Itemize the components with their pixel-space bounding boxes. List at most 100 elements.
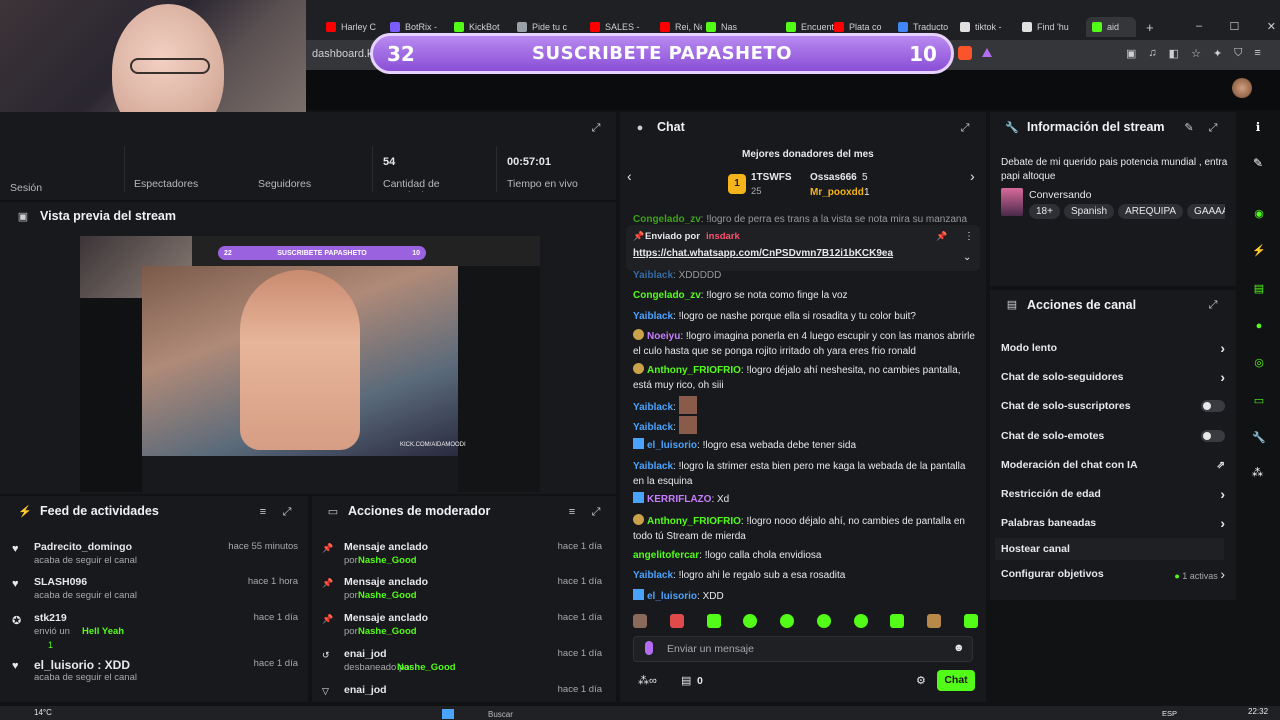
channel-action-item[interactable]: Hostear canal [995, 538, 1224, 560]
sidebar-icon[interactable]: ◧ [1169, 47, 1179, 63]
toggle-switch[interactable] [1201, 400, 1225, 412]
chat-username[interactable]: Congelado_zv [633, 290, 701, 301]
chat-username[interactable]: Anthony_FRIOFRIO [647, 516, 741, 527]
screenshot-icon[interactable]: ▣ [1126, 47, 1136, 63]
chat-username[interactable]: Yaiblack [633, 422, 673, 433]
send-chat-button[interactable]: Chat [937, 670, 975, 691]
expand-icon[interactable]: ⤢ [589, 121, 603, 135]
expand-icon[interactable]: ⤢ [958, 121, 972, 135]
more-icon[interactable]: ⋮ [964, 231, 974, 242]
chat-username[interactable]: Congelado_zv [633, 214, 701, 224]
pinned-user[interactable]: insdark [706, 231, 740, 242]
chat-username[interactable]: Noeiyu [647, 331, 680, 342]
maximize-icon[interactable]: ☐ [1230, 20, 1240, 34]
chat-username[interactable]: Anthony_FRIOFRIO [647, 365, 741, 376]
mod-username[interactable]: Nashe_Good [358, 626, 417, 637]
expand-icon[interactable]: ⤢ [589, 505, 603, 519]
chat-input-placeholder[interactable]: Enviar un mensaje [667, 643, 754, 655]
feed-username[interactable]: el_luisorio : XDD [34, 658, 130, 672]
edit-icon[interactable]: ✎ [1182, 121, 1196, 135]
mod-username[interactable]: Nashe_Good [358, 555, 417, 566]
rewards-icon[interactable] [982, 48, 992, 57]
mod-username[interactable]: Nashe_Good [358, 590, 417, 601]
monitor-icon[interactable]: ▭ [1250, 392, 1268, 410]
unpin-icon[interactable]: 📌 [936, 231, 947, 242]
expand-icon[interactable]: ⤢ [1206, 121, 1220, 135]
shield-icon[interactable]: ⛉ [1234, 47, 1242, 63]
music-icon[interactable]: ♫ [1148, 47, 1156, 63]
channel-action-item[interactable]: Chat de solo-seguidores › [1001, 366, 1225, 388]
emoji-icon[interactable]: ☻ [953, 642, 965, 654]
brave-icon[interactable] [958, 46, 972, 60]
chat-username[interactable]: Yaiblack [633, 461, 673, 472]
pencil-icon[interactable]: ✎ [1250, 156, 1266, 172]
chat-username[interactable]: Yaiblack [633, 311, 673, 322]
emote[interactable] [853, 614, 868, 628]
stream-preview[interactable]: 22 SUSCRIBETE PAPASHETO 10 KICK.COM/AIDA… [80, 236, 540, 492]
chat-username[interactable]: el_luisorio [647, 440, 697, 451]
scan-icon[interactable]: ◉ [1250, 205, 1268, 223]
chat-username[interactable]: el_luisorio [647, 591, 697, 602]
chevron-right-icon[interactable]: › [970, 168, 975, 184]
chat-username[interactable]: Yaiblack [633, 570, 673, 581]
chat-username[interactable]: KERRIFLAZO [647, 494, 711, 505]
microphone-icon[interactable] [645, 641, 653, 655]
channel-action-item[interactable]: Palabras baneadas › [1001, 512, 1225, 534]
user-avatar[interactable] [1232, 78, 1252, 98]
clipboard-icon[interactable]: ▤ [1250, 280, 1268, 298]
chevron-left-icon[interactable]: ‹ [627, 168, 632, 184]
channel-action-item[interactable]: Restricción de edad › [1001, 483, 1225, 505]
close-icon[interactable]: ✕ [1267, 20, 1276, 34]
emote[interactable] [706, 614, 721, 628]
extensions-icon[interactable]: ✦ [1213, 47, 1222, 63]
apps-icon[interactable]: ⁂ [1252, 466, 1266, 480]
badge-icon [633, 492, 644, 503]
new-tab-button[interactable]: + [1146, 20, 1158, 35]
bookmark-icon[interactable]: ☆ [1191, 47, 1201, 63]
feed-username[interactable]: SLASH096 [34, 576, 87, 588]
emote[interactable] [743, 614, 758, 628]
expand-icon[interactable]: ⤢ [280, 505, 294, 519]
minimize-icon[interactable]: – [1196, 20, 1202, 34]
emote[interactable] [669, 614, 684, 628]
chat-username[interactable]: Yaiblack [633, 270, 673, 280]
browser-tab[interactable]: aid [1086, 17, 1136, 37]
toggle-switch[interactable] [1201, 430, 1225, 442]
browser-tab[interactable]: tiktok - [960, 17, 1010, 37]
info-icon[interactable]: ℹ [1250, 120, 1266, 136]
chat-username[interactable]: angelitofercar [633, 550, 699, 561]
gift-icon[interactable]: ▤ [681, 674, 691, 687]
menu-icon[interactable]: ≡ [1254, 47, 1260, 63]
channel-action-item[interactable]: Modo lento › [1001, 337, 1225, 359]
expand-icon[interactable]: ⤢ [1206, 298, 1220, 312]
pinned-link[interactable]: https://chat.whatsapp.com/CnPSDvmn7B12i1… [633, 248, 893, 259]
emote[interactable] [633, 614, 647, 628]
channel-action-item[interactable]: Moderación del chat con IA ⇗ [1001, 454, 1225, 476]
feed-username[interactable]: Padrecito_domingo [34, 541, 132, 553]
broadcast-icon[interactable]: ◎ [1250, 354, 1268, 372]
window-controls[interactable]: – ☐ ✕ [1196, 20, 1276, 34]
emote[interactable] [890, 614, 905, 628]
bolt-icon[interactable]: ⚡ [1250, 242, 1268, 260]
chat-username[interactable]: Yaiblack [633, 402, 673, 413]
browser-tab[interactable]: Harley C [326, 17, 382, 37]
emote[interactable] [780, 614, 795, 628]
mod-username[interactable]: Nashe_Good [397, 662, 456, 673]
emote[interactable] [927, 614, 942, 628]
filter-icon[interactable]: ≡ [256, 505, 270, 519]
settings-icon[interactable]: ⚙ [916, 674, 926, 687]
feed-username[interactable]: stk219 [34, 612, 67, 624]
channel-action-item[interactable]: Chat de solo-suscriptores [1001, 395, 1225, 417]
chat-icon[interactable]: ● [1250, 317, 1268, 335]
channel-action-item[interactable]: Chat de solo-emotes [1001, 425, 1225, 447]
browser-tab[interactable]: Find 'hu [1022, 17, 1078, 37]
emote[interactable] [816, 614, 831, 628]
collapse-icon[interactable]: ⌄ [963, 252, 971, 263]
windows-start-icon[interactable] [442, 709, 454, 719]
chat-tools-icon[interactable]: ⁂∞ [638, 674, 657, 687]
filter-icon[interactable]: ≡ [565, 505, 579, 519]
taskbar-search[interactable]: Buscar [488, 710, 513, 719]
emote[interactable] [963, 614, 978, 628]
channel-action-item[interactable]: Configurar objetivos ● 1 activas › [1001, 563, 1225, 585]
wrench-icon[interactable]: 🔧 [1250, 429, 1268, 447]
